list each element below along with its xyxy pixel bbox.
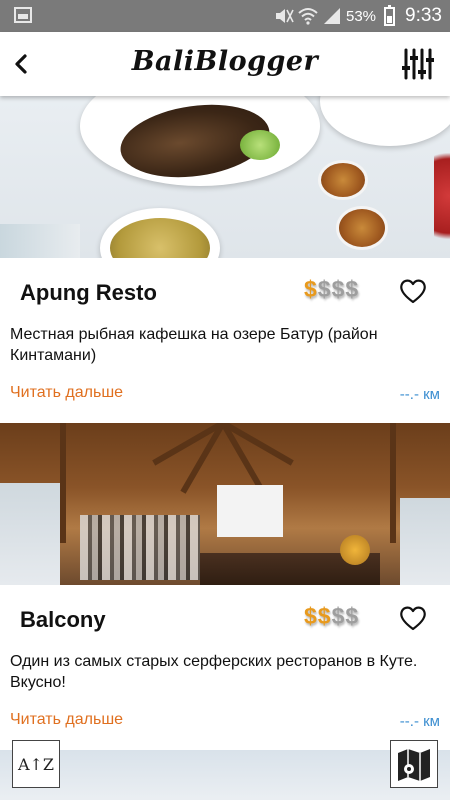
map-view-button[interactable] xyxy=(390,740,438,788)
clock: 9:33 xyxy=(405,5,442,26)
gallery-notification-icon xyxy=(14,7,32,23)
favorite-button[interactable] xyxy=(398,603,428,633)
restaurant-name[interactable]: Balcony xyxy=(20,607,106,633)
heart-icon xyxy=(400,606,426,631)
wifi-icon xyxy=(298,7,318,25)
restaurant-info: Apung Resto $$$$ Местная рыбная кафешка … xyxy=(0,258,450,423)
signal-icon xyxy=(322,7,340,25)
distance-label: --.- км xyxy=(399,386,440,403)
status-bar: 53% 9:33 xyxy=(0,0,450,32)
heart-icon xyxy=(400,279,426,304)
price-symbol: $ xyxy=(304,603,318,629)
price-rating: $$$$ xyxy=(304,276,359,303)
restaurant-info: Balcony $$$$ Один из самых старых серфер… xyxy=(0,585,450,750)
restaurant-photo[interactable] xyxy=(0,750,450,800)
restaurant-card[interactable]: Balcony $$$$ Один из самых старых серфер… xyxy=(0,423,450,750)
price-symbol: $ xyxy=(345,603,360,629)
price-symbol: $ xyxy=(304,276,318,302)
battery-percent: 53% xyxy=(345,7,377,25)
price-symbol: $ xyxy=(317,603,332,629)
battery-icon xyxy=(384,4,396,26)
restaurant-description: Местная рыбная кафешка на озере Батур (р… xyxy=(10,326,378,364)
read-more-link[interactable]: Читать дальше xyxy=(10,711,123,729)
distance-label: --.- км xyxy=(399,713,440,730)
price-symbol: $ xyxy=(331,276,346,302)
price-symbol: $ xyxy=(317,276,332,302)
filter-button[interactable] xyxy=(400,46,436,82)
restaurant-photo[interactable] xyxy=(0,96,450,258)
sliders-icon xyxy=(402,48,434,80)
restaurant-list[interactable]: Apung Resto $$$$ Местная рыбная кафешка … xyxy=(0,96,450,800)
read-more-link[interactable]: Читать дальше xyxy=(10,384,123,402)
sort-alphabetical-button[interactable]: A↑Z xyxy=(12,740,60,788)
mute-icon xyxy=(274,7,294,25)
price-symbol: $ xyxy=(345,276,360,302)
restaurant-photo[interactable] xyxy=(0,423,450,585)
restaurant-card[interactable]: Apung Resto $$$$ Местная рыбная кафешка … xyxy=(0,96,450,423)
price-rating: $$$$ xyxy=(304,603,359,630)
app-bar: BaliBlogger xyxy=(0,32,450,96)
restaurant-name[interactable]: Apung Resto xyxy=(20,280,157,306)
favorite-button[interactable] xyxy=(398,276,428,306)
app-logo: BaliBlogger xyxy=(131,46,319,77)
map-pin-icon xyxy=(398,749,430,781)
price-symbol: $ xyxy=(331,603,346,629)
restaurant-description: Один из самых старых серферских ресторан… xyxy=(10,653,418,691)
